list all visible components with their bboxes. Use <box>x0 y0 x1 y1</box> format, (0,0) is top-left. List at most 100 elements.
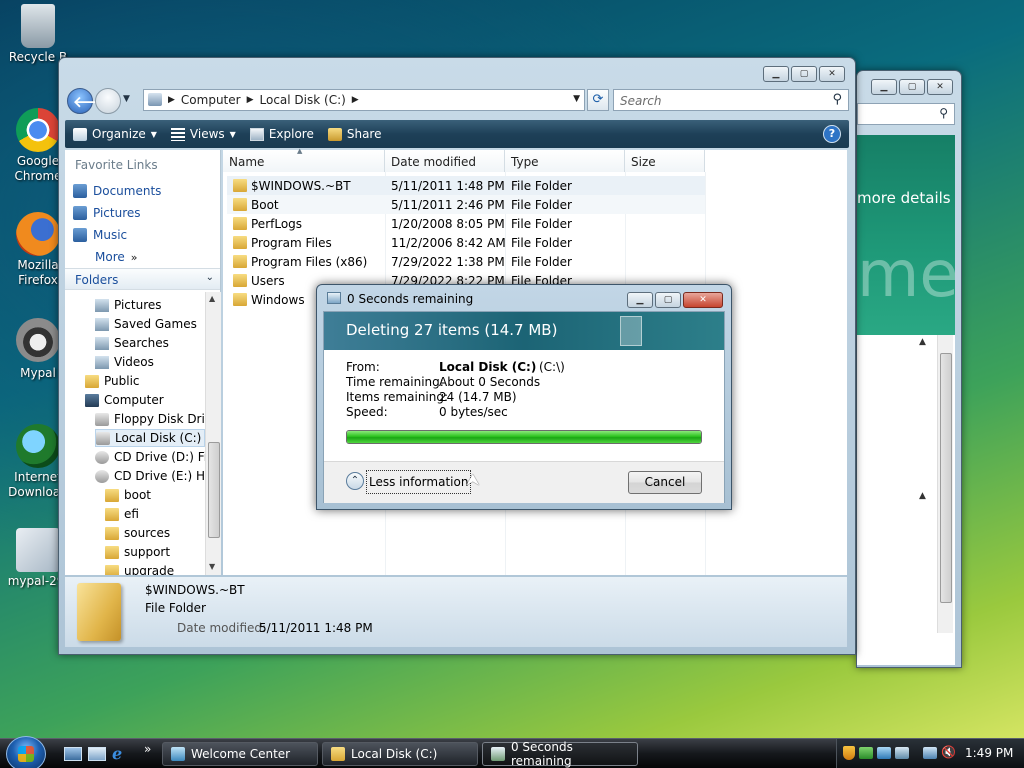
file-row-boot[interactable]: Boot 5/11/2011 2:46 PM File Folder <box>227 195 705 214</box>
scroll-down-icon[interactable]: ▼ <box>209 562 215 571</box>
clock[interactable]: 1:49 PM <box>965 746 1013 760</box>
more-details-link[interactable]: more details <box>857 189 951 207</box>
welcome-search-box[interactable]: ⚲ <box>857 103 955 125</box>
collapse-arrow-icon[interactable]: ▲ <box>919 337 926 347</box>
share-button[interactable]: Share <box>327 127 382 141</box>
search-icon[interactable]: ⚲ <box>832 92 842 107</box>
taskbar-item-welcome-center[interactable]: Welcome Center <box>162 742 318 766</box>
start-button[interactable] <box>6 736 46 768</box>
close-button[interactable]: ✕ <box>819 66 845 82</box>
share-label: Share <box>346 127 382 141</box>
column-header-size[interactable]: Size <box>625 150 705 172</box>
maximize-button[interactable]: ▢ <box>791 66 817 82</box>
scrollbar-thumb[interactable] <box>208 442 220 538</box>
organize-icon <box>73 127 87 141</box>
tree-item-label: Searches <box>114 336 169 350</box>
show-desktop-icon[interactable] <box>64 747 82 761</box>
file-row-windows-bt[interactable]: $WINDOWS.~BT 5/11/2011 1:48 PM File Folder <box>227 176 705 195</box>
column-header-name[interactable]: Name ▲ <box>223 147 385 172</box>
tree-item-videos[interactable]: Videos <box>95 353 154 371</box>
tree-item-boot[interactable]: boot <box>105 486 151 504</box>
address-dropdown-icon[interactable]: ▼ <box>573 94 580 104</box>
scroll-up-icon[interactable]: ▲ <box>209 294 215 303</box>
breadcrumb-computer[interactable]: Computer <box>181 93 241 107</box>
tree-item-local-disk[interactable]: Local Disk (C:) <box>95 429 205 447</box>
windows-update-icon[interactable] <box>877 747 891 759</box>
minimize-button[interactable]: ▁ <box>627 292 653 308</box>
recent-pages-dropdown-icon[interactable]: ▼ <box>123 94 130 104</box>
file-row-perflogs[interactable]: PerfLogs 1/20/2008 8:05 PM File Folder <box>227 214 705 233</box>
file-name: Windows <box>251 293 305 307</box>
delete-progress-dialog[interactable]: 0 Seconds remaining ▁ ▢ ✕ Deleting 27 it… <box>316 284 732 510</box>
tree-item-efi[interactable]: efi <box>105 505 139 523</box>
switch-windows-icon[interactable] <box>88 747 106 761</box>
breadcrumb-separator-icon: ▶ <box>351 95 359 105</box>
close-button[interactable]: ✕ <box>927 79 953 95</box>
folder-icon <box>105 507 119 521</box>
tree-item-label: Pictures <box>114 298 162 312</box>
tree-item-label: Saved Games <box>114 317 197 331</box>
views-button[interactable]: Views ▼ <box>170 127 236 141</box>
tray-app-icon[interactable] <box>895 747 909 759</box>
scrollbar-thumb[interactable] <box>940 353 952 603</box>
breadcrumb-local-disk[interactable]: Local Disk (C:) <box>260 93 346 107</box>
cancel-button[interactable]: Cancel <box>628 471 702 494</box>
quick-launch-overflow-icon[interactable]: » <box>144 742 151 756</box>
details-date-value: 5/11/2011 1:48 PM <box>259 621 373 635</box>
network-connection-icon[interactable] <box>923 747 937 759</box>
favorite-link-documents[interactable]: Documents <box>73 184 161 198</box>
address-bar[interactable]: ▶ Computer ▶ Local Disk (C:) ▶ ▼ <box>143 89 585 111</box>
favorite-link-pictures[interactable]: Pictures <box>73 206 141 220</box>
tree-item-sources[interactable]: sources <box>105 524 170 542</box>
share-icon <box>327 127 342 141</box>
explore-button[interactable]: Explore <box>249 127 314 141</box>
tree-item-saved-games[interactable]: Saved Games <box>95 315 197 333</box>
tree-item-pictures[interactable]: Pictures <box>95 296 162 314</box>
folder-tree: Pictures Saved Games Searches Videos Pub… <box>65 292 205 575</box>
taskbar-item-local-disk[interactable]: Local Disk (C:) <box>322 742 478 766</box>
tree-item-computer[interactable]: Computer <box>85 391 164 409</box>
taskbar-item-progress[interactable]: 0 Seconds remaining <box>482 740 638 768</box>
column-header-type[interactable]: Type <box>505 150 625 172</box>
network-status-icon[interactable] <box>859 747 873 759</box>
file-row-program-files-x86[interactable]: Program Files (x86) 7/29/2022 1:38 PM File… <box>227 252 705 271</box>
tree-item-floppy[interactable]: Floppy Disk Drive <box>95 410 205 428</box>
welcome-scrollbar[interactable] <box>937 335 953 633</box>
maximize-button[interactable]: ▢ <box>899 79 925 95</box>
collapse-arrow-icon[interactable]: ▲ <box>919 491 926 501</box>
security-shield-icon[interactable] <box>843 746 855 760</box>
desktop-icon-recycle-bin[interactable]: Recycle B <box>0 4 76 64</box>
tree-item-public[interactable]: Public <box>85 372 140 390</box>
less-information-button[interactable]: Less information <box>366 470 472 494</box>
maximize-button[interactable]: ▢ <box>655 292 681 308</box>
back-button[interactable]: 🡐 <box>67 88 113 114</box>
help-button[interactable]: ? <box>823 125 841 143</box>
chevron-down-icon: ⌄ <box>205 272 214 283</box>
favorite-link-label: More <box>95 250 125 264</box>
tree-item-upgrade[interactable]: upgrade <box>105 562 174 575</box>
tree-item-support[interactable]: support <box>105 543 170 561</box>
computer-icon <box>85 393 99 407</box>
refresh-button[interactable]: ⟳ <box>587 89 609 111</box>
minimize-button[interactable]: ▁ <box>871 79 897 95</box>
forward-button[interactable] <box>95 88 121 114</box>
minimize-button[interactable]: ▁ <box>763 66 789 82</box>
favorite-link-music[interactable]: Music <box>73 228 127 242</box>
tree-item-cd-drive-d[interactable]: CD Drive (D:) Fire <box>95 448 205 466</box>
organize-button[interactable]: Organize ▼ <box>73 127 157 141</box>
windows-logo-icon <box>18 746 34 762</box>
search-input[interactable]: Search ⚲ <box>613 89 849 111</box>
column-header-date-modified[interactable]: Date modified <box>385 150 505 172</box>
close-button[interactable]: ✕ <box>683 292 723 308</box>
folder-tree-scrollbar[interactable]: ▲ ▼ <box>205 292 221 575</box>
welcome-center-window[interactable]: ▁ ▢ ✕ ⚲ more details me ▲ ▲ <box>856 70 962 668</box>
favorite-link-more[interactable]: More » <box>95 250 137 264</box>
folders-header[interactable]: Folders ⌄ <box>65 268 220 290</box>
collapse-chevron-icon[interactable]: ⌃ <box>346 472 364 490</box>
file-row-program-files[interactable]: Program Files 11/2/2006 8:42 AM File Folde… <box>227 233 705 252</box>
internet-explorer-icon[interactable]: ℯ <box>112 744 122 763</box>
delete-folder-icon <box>327 292 341 304</box>
volume-muted-icon[interactable]: 🔇 <box>941 745 956 759</box>
tree-item-searches[interactable]: Searches <box>95 334 169 352</box>
tree-item-cd-drive-e[interactable]: CD Drive (E:) HM <box>95 467 205 485</box>
